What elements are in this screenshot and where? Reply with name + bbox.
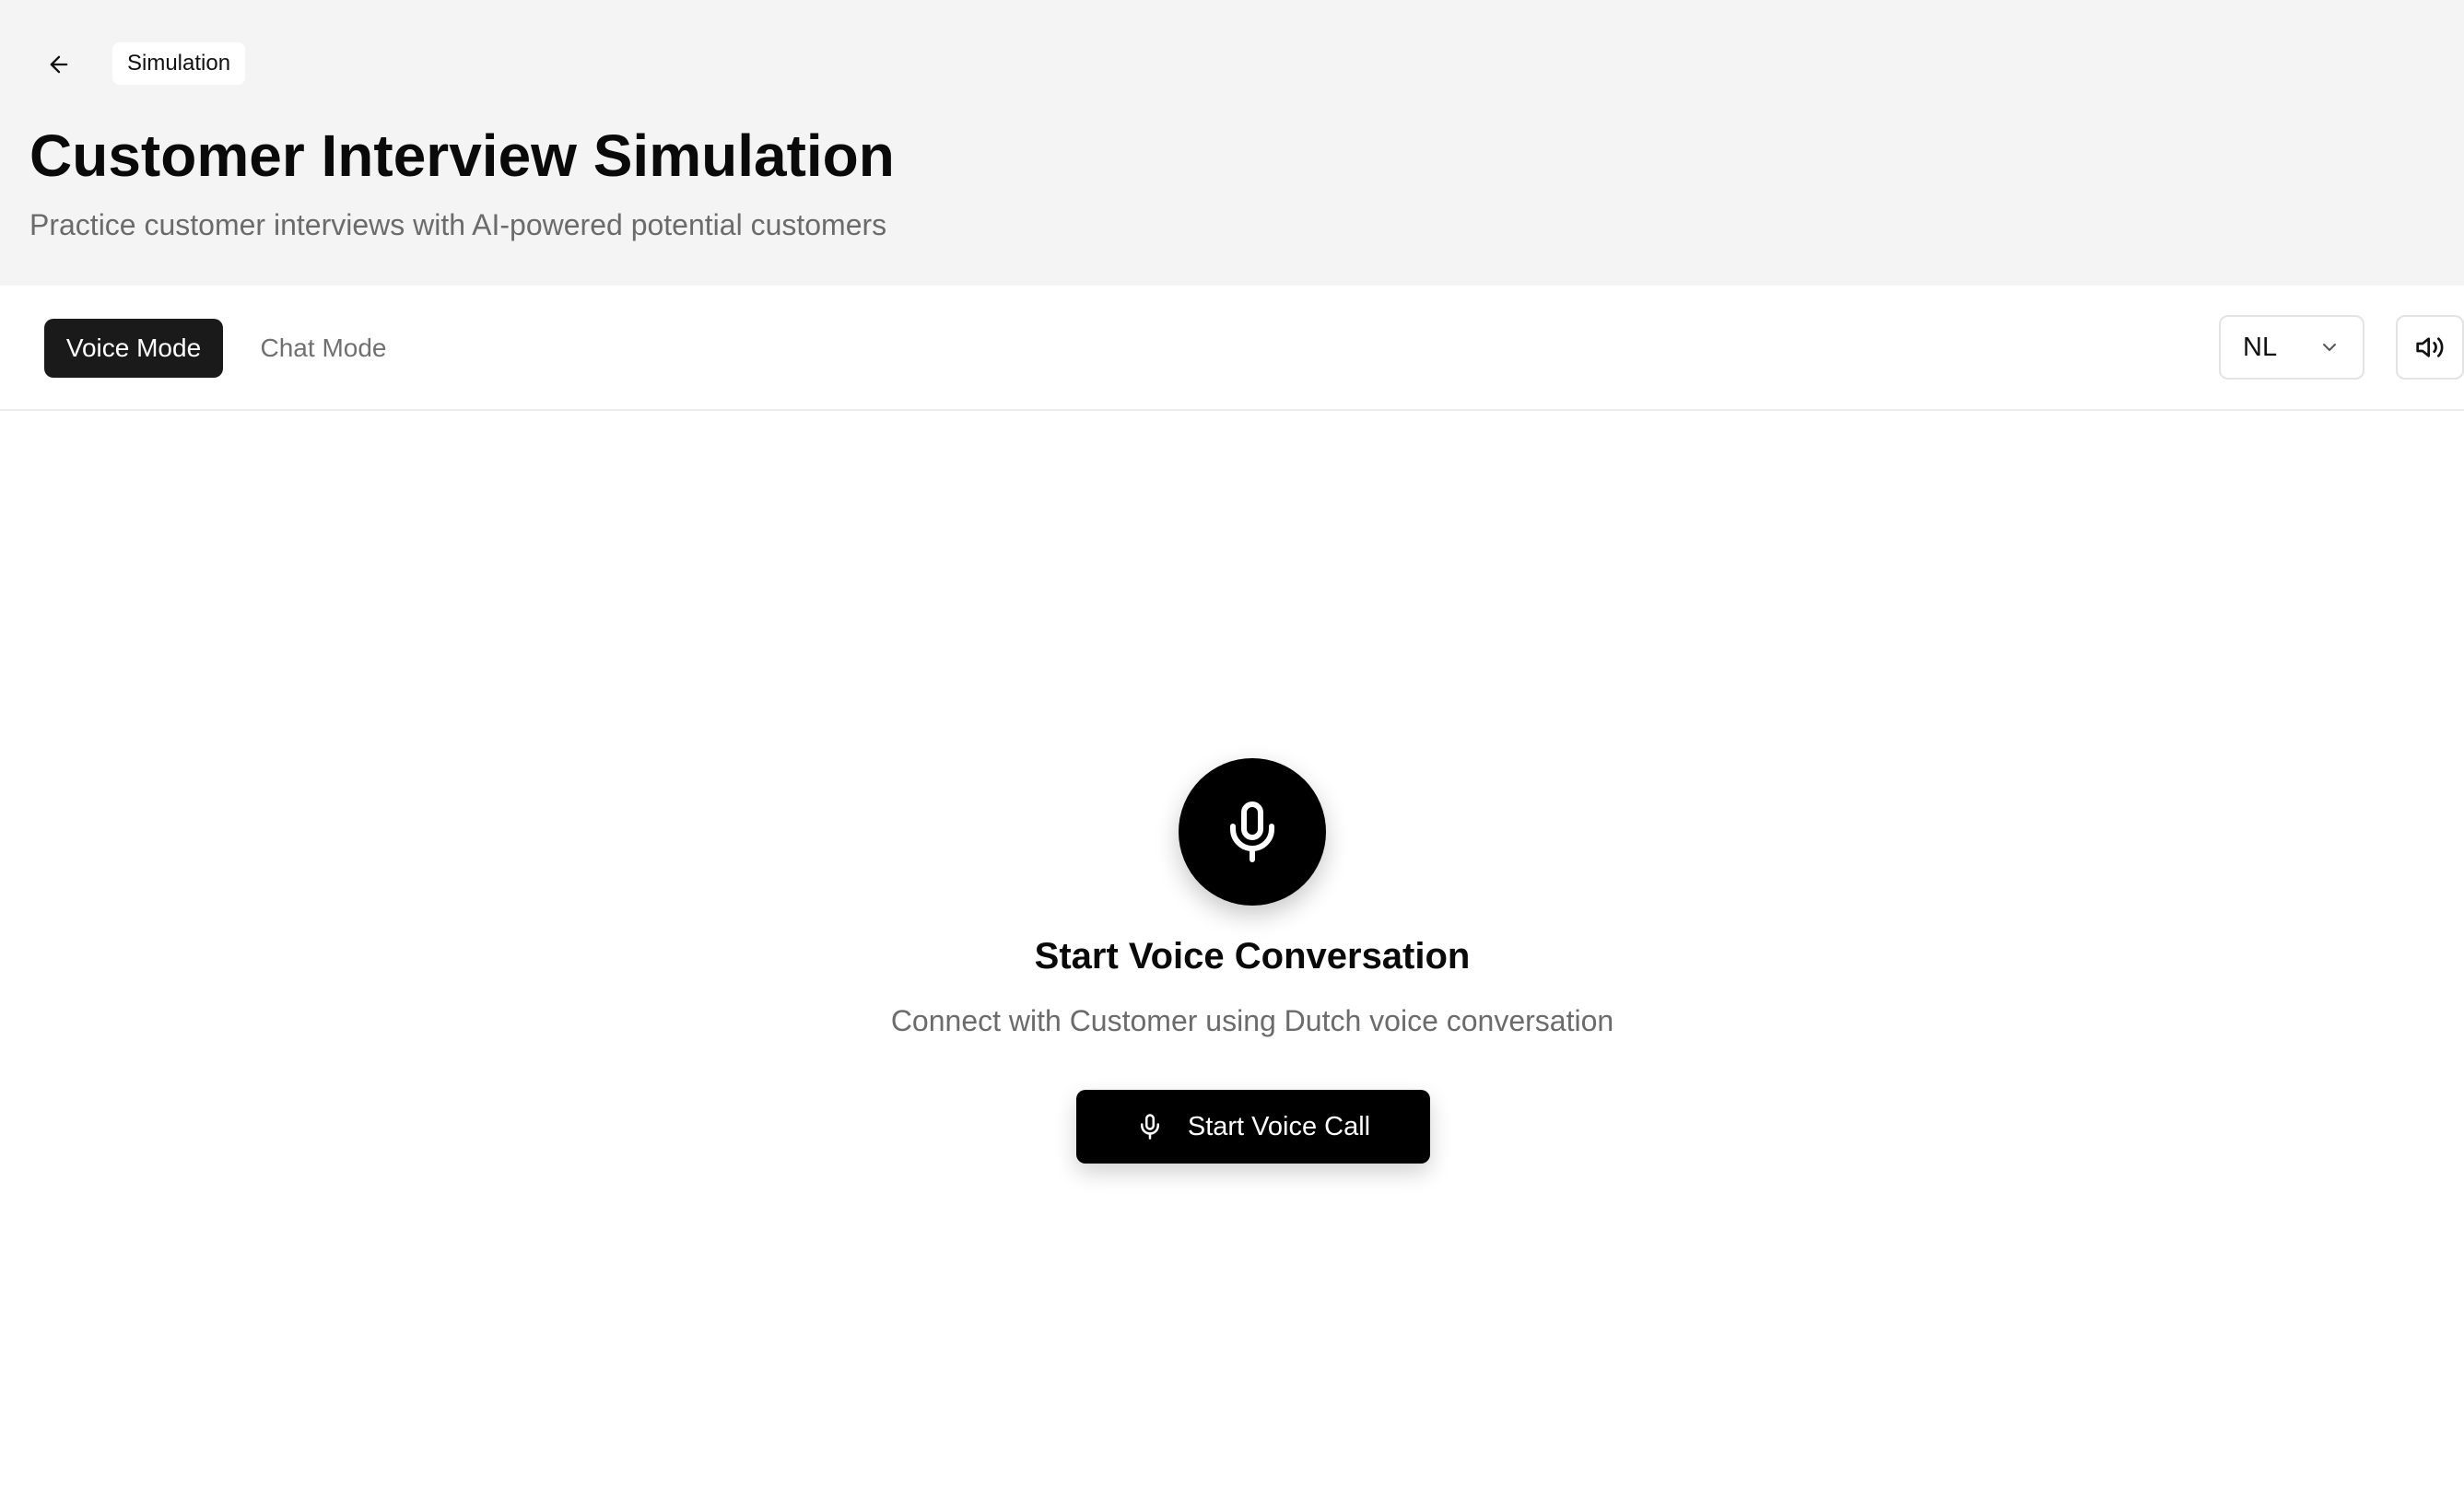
tab-chat-mode[interactable]: Chat Mode bbox=[241, 319, 405, 378]
page: Simulation Customer Interview Simulation… bbox=[0, 0, 2464, 1509]
language-select[interactable]: NL bbox=[2219, 315, 2364, 380]
page-subtitle: Practice customer interviews with AI-pow… bbox=[29, 208, 887, 241]
mode-toolbar: Voice Mode Chat Mode NL bbox=[0, 286, 2464, 411]
language-select-value: NL bbox=[2243, 332, 2278, 362]
page-header: Simulation Customer Interview Simulation… bbox=[0, 0, 2464, 286]
breadcrumb: Simulation bbox=[112, 42, 246, 85]
page-title: Customer Interview Simulation bbox=[29, 123, 895, 189]
microphone-badge bbox=[1179, 758, 1326, 906]
microphone-icon bbox=[1219, 799, 1285, 865]
start-voice-call-label: Start Voice Call bbox=[1187, 1111, 1371, 1141]
back-button[interactable] bbox=[31, 37, 87, 92]
tab-voice-mode[interactable]: Voice Mode bbox=[44, 319, 223, 378]
microphone-icon bbox=[1136, 1113, 1164, 1141]
start-voice-call-button[interactable]: Start Voice Call bbox=[1076, 1090, 1430, 1164]
arrow-left-icon bbox=[46, 52, 72, 77]
voice-conversation-description: Connect with Customer using Dutch voice … bbox=[890, 1004, 1614, 1037]
sound-toggle-button[interactable] bbox=[2396, 315, 2464, 380]
chevron-down-icon bbox=[2318, 336, 2341, 358]
volume-icon bbox=[2415, 333, 2445, 362]
voice-conversation-title: Start Voice Conversation bbox=[1034, 936, 1471, 977]
